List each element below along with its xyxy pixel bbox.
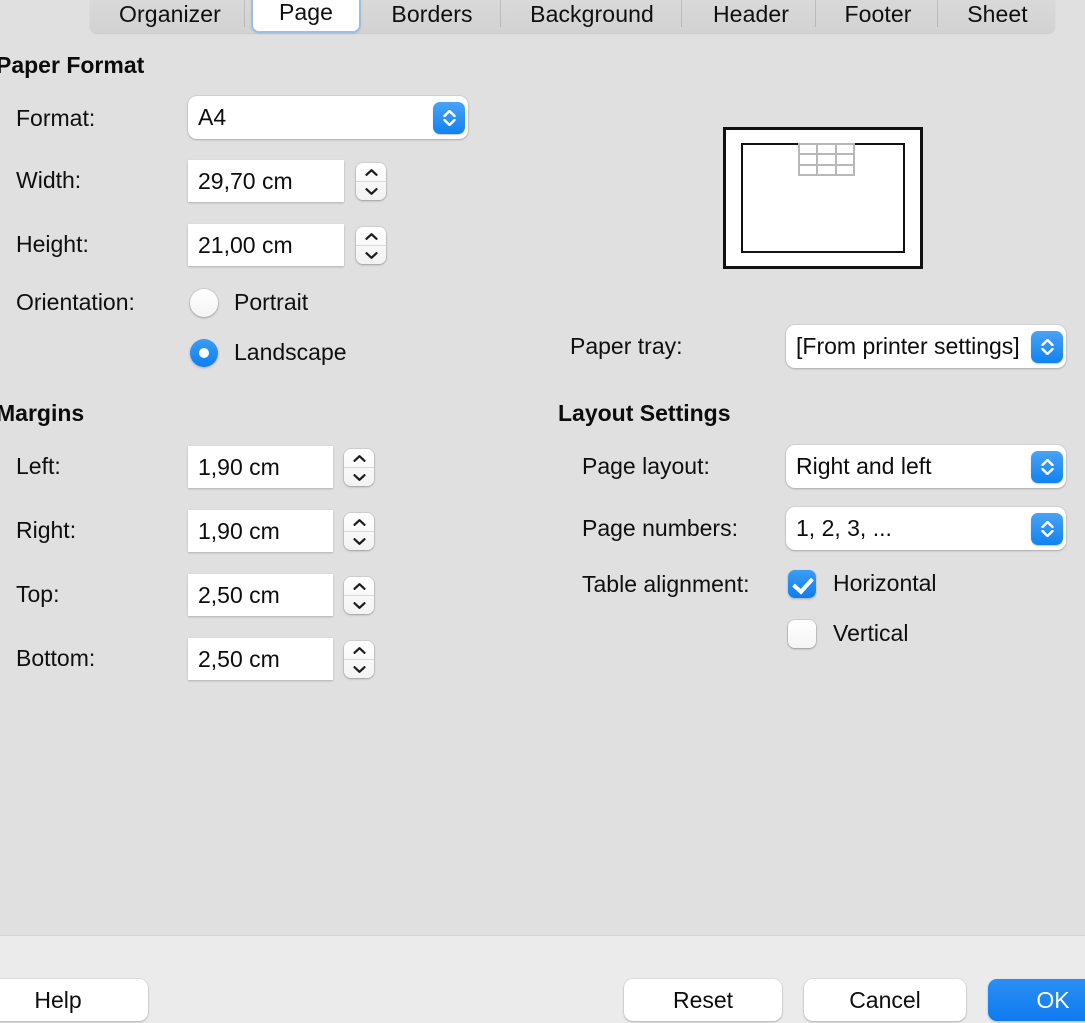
paper-tray-value: [From printer settings] [786,333,1031,360]
height-value: 21,00 cm [188,232,293,259]
margin-right-stepper[interactable] [344,513,374,550]
height-stepper[interactable] [356,227,386,264]
height-stepper-down-icon[interactable] [356,246,386,264]
tab-sheet[interactable]: Sheet [940,0,1055,33]
page-numbers-dropdown-stepper-icon[interactable] [1031,513,1063,545]
margin-right-label: Right: [16,517,76,544]
page-layout-label: Page layout: [582,453,710,480]
page-numbers-combobox[interactable]: 1, 2, 3, ... [786,507,1066,550]
table-alignment-vertical-label: Vertical [833,620,908,647]
help-button[interactable]: Help [0,979,148,1021]
page-preview [723,127,923,269]
reset-button[interactable]: Reset [624,979,782,1021]
tab-footer[interactable]: Footer [818,0,938,33]
tab-page[interactable]: Page [251,0,361,33]
orientation-portrait-label: Portrait [234,289,308,316]
tab-separator [815,0,816,27]
format-dropdown-stepper-icon[interactable] [433,102,465,134]
format-value: A4 [188,104,433,131]
height-label: Height: [16,231,89,258]
margin-top-value: 2,50 cm [188,582,280,609]
margin-right-value: 1,90 cm [188,518,280,545]
page-numbers-value: 1, 2, 3, ... [786,515,1031,542]
tab-separator [500,0,501,27]
tab-label: Page [279,0,333,26]
height-input[interactable]: 21,00 cm [188,224,344,266]
tab-borders[interactable]: Borders [363,0,501,33]
width-stepper[interactable] [356,163,386,200]
margin-top-input[interactable]: 2,50 cm [188,574,333,616]
margin-left-label: Left: [16,453,61,480]
orientation-radio-portrait[interactable] [190,289,218,317]
table-alignment-horizontal-label: Horizontal [833,570,937,597]
dialog-button-bar: Help Reset Cancel OK [0,935,1085,1023]
tab-strip: Organizer Page Borders Background Header… [0,0,1085,40]
margin-left-stepper-down-icon[interactable] [344,468,374,486]
tab-separator [937,0,938,27]
tab-separator [681,0,682,27]
margin-bottom-stepper-down-icon[interactable] [344,660,374,678]
format-combobox[interactable]: A4 [188,96,468,139]
paper-tray-label: Paper tray: [570,333,683,360]
tab-organizer[interactable]: Organizer [95,0,245,33]
table-alignment-label: Table alignment: [582,571,750,598]
margin-bottom-stepper[interactable] [344,641,374,678]
format-label: Format: [16,105,95,132]
page-preview-table-grid-icon [798,143,855,176]
margin-right-stepper-up-icon[interactable] [344,513,374,532]
margin-right-stepper-down-icon[interactable] [344,532,374,550]
margin-left-input[interactable]: 1,90 cm [188,446,333,488]
page-layout-dropdown-stepper-icon[interactable] [1031,451,1063,483]
page-layout-combobox[interactable]: Right and left [786,445,1066,488]
tab-header[interactable]: Header [686,0,816,33]
margin-top-stepper[interactable] [344,577,374,614]
width-stepper-down-icon[interactable] [356,182,386,200]
ok-button[interactable]: OK [988,979,1085,1021]
tab-label: Footer [844,1,911,28]
margin-bottom-value: 2,50 cm [188,646,280,673]
margin-left-stepper[interactable] [344,449,374,486]
page-numbers-label: Page numbers: [582,515,738,542]
margin-left-stepper-up-icon[interactable] [344,449,374,468]
width-stepper-up-icon[interactable] [356,163,386,182]
paper-format-heading: Paper Format [0,52,144,79]
page-layout-value: Right and left [786,453,1031,480]
margins-heading: Margins [0,400,84,427]
orientation-label: Orientation: [16,289,135,316]
margin-top-label: Top: [16,581,59,608]
tab-label: Background [530,1,654,28]
tab-label: Borders [391,1,472,28]
tab-label: Organizer [119,1,221,28]
orientation-landscape-label: Landscape [234,339,347,366]
tab-separator [244,0,245,27]
width-input[interactable]: 29,70 cm [188,160,344,202]
table-alignment-checkbox-vertical[interactable] [788,620,816,648]
tab-label: Sheet [967,1,1028,28]
table-alignment-checkbox-horizontal[interactable] [788,570,816,598]
tab-label: Header [713,1,789,28]
margin-right-input[interactable]: 1,90 cm [188,510,333,552]
margin-top-stepper-up-icon[interactable] [344,577,374,596]
page-style-dialog: Organizer Page Borders Background Header… [0,0,1085,1023]
margin-bottom-label: Bottom: [16,645,95,672]
orientation-radio-landscape[interactable] [190,339,218,367]
margin-bottom-stepper-up-icon[interactable] [344,641,374,660]
layout-settings-heading: Layout Settings [558,400,731,427]
width-value: 29,70 cm [188,168,293,195]
paper-tray-dropdown-stepper-icon[interactable] [1031,331,1063,363]
width-label: Width: [16,167,81,194]
margin-left-value: 1,90 cm [188,454,280,481]
margin-top-stepper-down-icon[interactable] [344,596,374,614]
margin-bottom-input[interactable]: 2,50 cm [188,638,333,680]
cancel-button[interactable]: Cancel [804,979,966,1021]
height-stepper-up-icon[interactable] [356,227,386,246]
paper-tray-combobox[interactable]: [From printer settings] [786,325,1066,368]
tab-background[interactable]: Background [502,0,682,33]
